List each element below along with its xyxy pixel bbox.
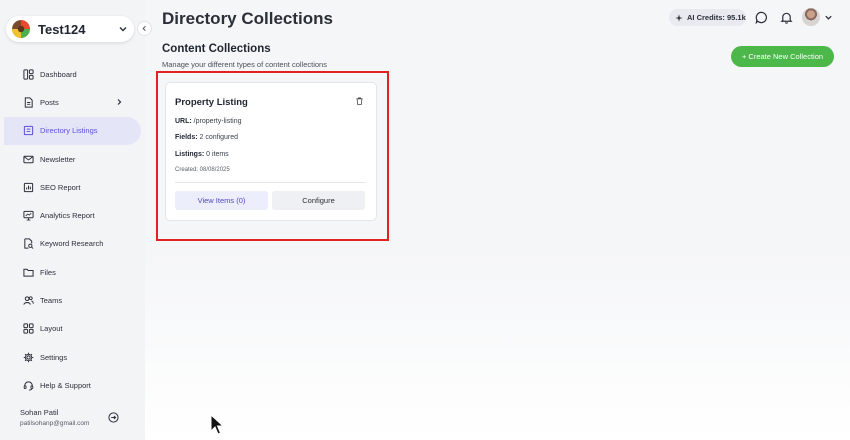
workspace-logo bbox=[12, 20, 30, 38]
chevron-down-icon bbox=[119, 27, 127, 32]
posts-icon bbox=[24, 97, 33, 108]
folder-icon bbox=[23, 268, 34, 277]
sidebar-item-label: Keyword Research bbox=[40, 239, 104, 249]
sidebar-item-label: Settings bbox=[40, 352, 68, 362]
ai-credits-badge[interactable]: AI Credits: 95.1k bbox=[669, 9, 746, 26]
sidebar-item-label: SEO Report bbox=[40, 182, 81, 192]
sidebar-nav: Dashboard Posts Directory Listings Newsl… bbox=[0, 60, 145, 400]
sparkle-icon bbox=[675, 13, 683, 22]
sidebar-item-layout[interactable]: Layout bbox=[0, 315, 145, 343]
sidebar-item-analytics-report[interactable]: Analytics Report bbox=[0, 201, 145, 229]
dashboard-icon bbox=[23, 69, 34, 80]
chevron-left-icon bbox=[142, 25, 146, 32]
sidebar-item-newsletter[interactable]: Newsletter bbox=[0, 145, 145, 173]
ai-credits-label: AI Credits: 95.1k bbox=[687, 13, 746, 22]
sidebar-item-label: Layout bbox=[40, 324, 63, 334]
collapse-sidebar-button[interactable] bbox=[137, 21, 152, 36]
sidebar-item-label: Newsletter bbox=[40, 154, 76, 164]
analytics-icon bbox=[23, 210, 34, 221]
headset-icon bbox=[23, 381, 34, 391]
sidebar-item-seo-report[interactable]: SEO Report bbox=[0, 173, 145, 201]
sidebar-item-label: Help & Support bbox=[40, 380, 91, 390]
sidebar-item-label: Posts bbox=[40, 97, 59, 107]
mouse-cursor-icon bbox=[210, 414, 224, 435]
workspace-switcher[interactable]: Test124 bbox=[6, 16, 134, 42]
highlight-box bbox=[156, 71, 389, 241]
users-icon bbox=[23, 296, 34, 305]
page-title: Directory Collections bbox=[162, 9, 333, 28]
bell-icon[interactable] bbox=[780, 11, 793, 24]
sidebar-item-files[interactable]: Files bbox=[0, 258, 145, 286]
workspace-name: Test124 bbox=[38, 21, 86, 37]
directory-icon bbox=[23, 126, 34, 136]
sidebar-item-dashboard[interactable]: Dashboard bbox=[0, 60, 145, 88]
section-subtitle: Manage your different types of content c… bbox=[162, 60, 327, 69]
gear-icon bbox=[23, 352, 34, 362]
logout-icon[interactable] bbox=[108, 412, 119, 423]
user-profile: Sohan Patil patilsohanp@gmail.com bbox=[20, 408, 125, 427]
create-new-collection-button[interactable]: + Create New Collection bbox=[731, 46, 834, 67]
sidebar-item-label: Dashboard bbox=[40, 69, 77, 79]
sidebar: Test124 Dashboard Posts Directory Listin… bbox=[0, 0, 152, 440]
chevron-down-icon[interactable] bbox=[824, 13, 833, 22]
mail-icon bbox=[23, 155, 34, 163]
sidebar-item-label: Teams bbox=[40, 296, 63, 306]
sidebar-item-label: Analytics Report bbox=[40, 211, 95, 221]
sidebar-item-label: Directory Listings bbox=[40, 126, 98, 136]
sidebar-item-keyword-research[interactable]: Keyword Research bbox=[0, 230, 145, 258]
avatar[interactable] bbox=[802, 8, 820, 26]
sidebar-item-posts[interactable]: Posts bbox=[0, 88, 145, 116]
chevron-right-icon bbox=[117, 99, 122, 106]
search-doc-icon bbox=[24, 238, 34, 250]
chat-icon[interactable] bbox=[755, 11, 768, 24]
grid-icon bbox=[23, 323, 34, 334]
section-title: Content Collections bbox=[162, 43, 271, 55]
sidebar-item-label: Files bbox=[40, 267, 56, 277]
sidebar-item-teams[interactable]: Teams bbox=[0, 286, 145, 314]
sidebar-item-settings[interactable]: Settings bbox=[0, 343, 145, 371]
sidebar-item-help-support[interactable]: Help & Support bbox=[0, 371, 145, 399]
report-icon bbox=[23, 182, 34, 192]
sidebar-item-directory-listings[interactable]: Directory Listings bbox=[4, 116, 141, 145]
